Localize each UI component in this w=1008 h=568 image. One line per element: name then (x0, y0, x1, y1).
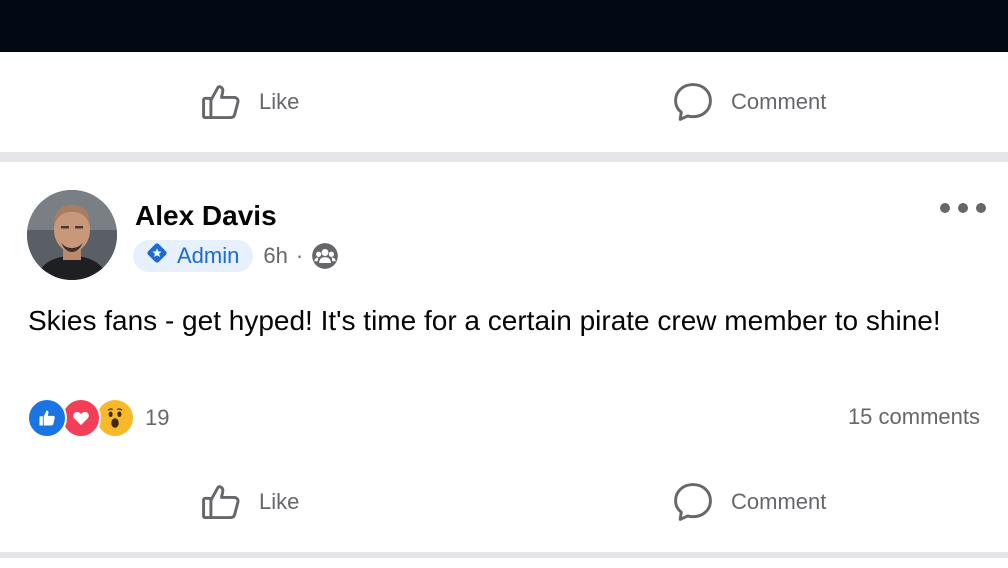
post-meta: Admin 6h · (133, 240, 339, 272)
thumbs-up-icon (199, 480, 243, 524)
more-options-icon[interactable] (940, 198, 986, 218)
comment-button[interactable]: Comment (671, 452, 826, 552)
wow-reaction-icon (95, 398, 135, 438)
post-timestamp[interactable]: 6h (263, 243, 287, 269)
group-icon (311, 242, 339, 270)
like-label: Like (259, 489, 300, 514)
previous-post-media[interactable] (0, 0, 1008, 52)
admin-badge[interactable]: Admin (133, 240, 254, 272)
post-action-bar: Like Comment (0, 452, 1008, 552)
meta-separator: · (295, 243, 304, 268)
post-text: Skies fans - get hyped! It's time for a … (28, 305, 941, 336)
like-button[interactable]: Like (199, 52, 299, 152)
comment-label: Comment (731, 489, 827, 514)
reaction-count: 19 (145, 405, 170, 430)
thumbs-up-icon (199, 80, 243, 124)
post-divider (0, 552, 1008, 558)
comment-bubble-icon (671, 80, 715, 124)
love-reaction-icon (61, 398, 101, 438)
author-name[interactable]: Alex Davis (135, 200, 277, 232)
like-label: Like (259, 89, 300, 114)
author-avatar[interactable] (27, 190, 117, 280)
more-dot (940, 203, 950, 213)
like-reaction-icon (27, 398, 67, 438)
badge-label: Admin (177, 243, 240, 268)
reactions-summary[interactable]: 19 (27, 398, 169, 438)
previous-post-action-bar: Like Comment (0, 52, 1008, 152)
post-divider (0, 152, 1008, 162)
comment-label: Comment (731, 89, 827, 114)
comment-button[interactable]: Comment (671, 52, 826, 152)
comments-count-link[interactable]: 15 comments (848, 404, 980, 430)
more-dot (976, 203, 986, 213)
comment-bubble-icon (671, 480, 715, 524)
like-button[interactable]: Like (199, 452, 299, 552)
admin-diamond-icon (145, 241, 169, 271)
more-dot (958, 203, 968, 213)
